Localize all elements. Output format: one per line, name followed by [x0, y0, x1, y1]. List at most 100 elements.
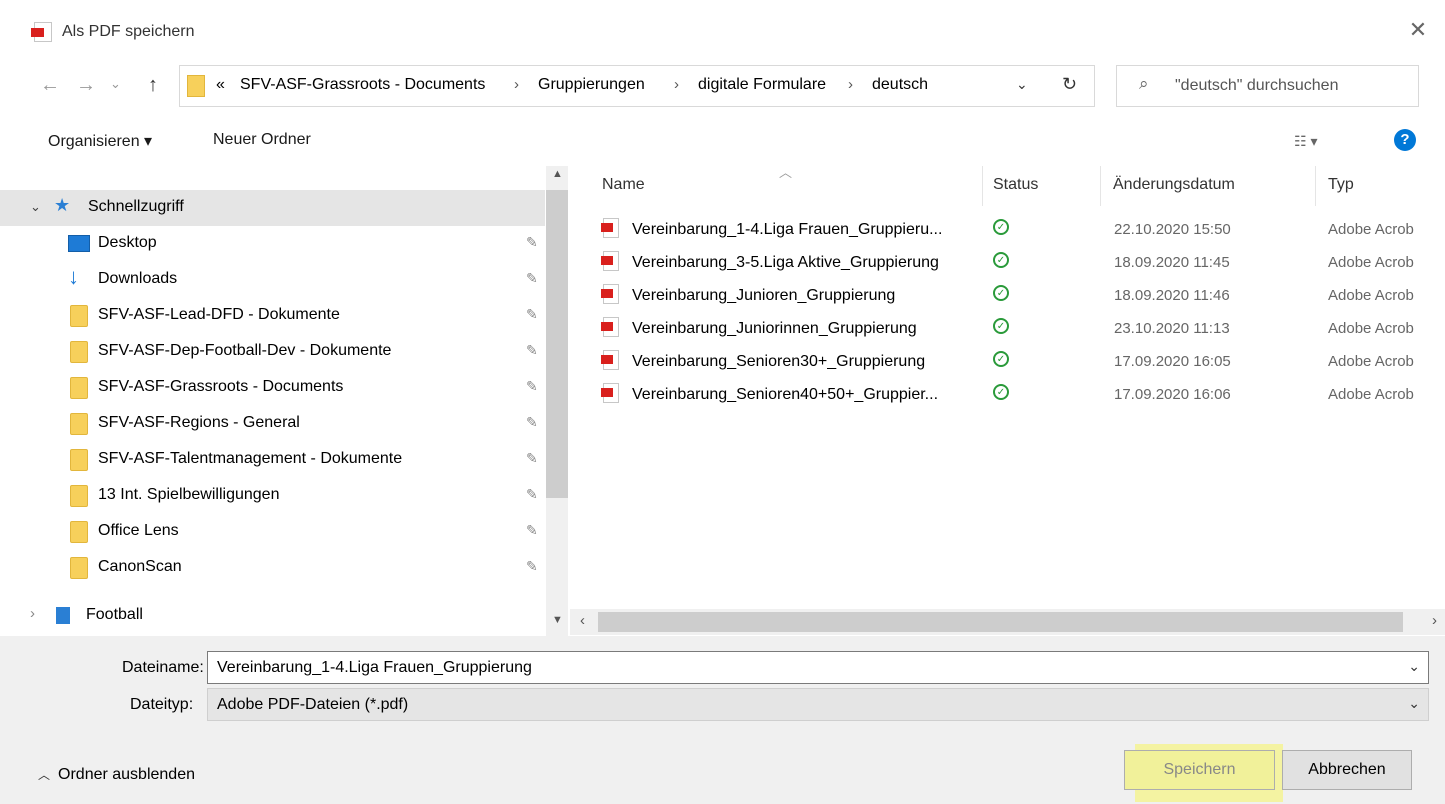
- sidebar-item-label: SFV-ASF-Lead-DFD - Dokumente: [98, 306, 340, 323]
- breadcrumb-item[interactable]: digitale Formulare: [698, 76, 826, 94]
- search-box[interactable]: ⌕ "deutsch" durchsuchen: [1116, 65, 1419, 107]
- pdf-app-icon: [31, 22, 52, 42]
- forward-arrow-icon[interactable]: →: [76, 74, 96, 97]
- file-list-scrollbar-thumb[interactable]: [598, 612, 1403, 632]
- chevron-up-icon: ︿: [38, 768, 51, 782]
- column-header-type[interactable]: Typ: [1328, 176, 1354, 194]
- address-dropdown-icon[interactable]: ⌄: [1016, 76, 1028, 93]
- filetype-value: Adobe PDF-Dateien (*.pdf): [217, 696, 409, 713]
- column-header-date[interactable]: Änderungsdatum: [1113, 176, 1235, 194]
- file-type: Adobe Acrob: [1328, 221, 1414, 238]
- pin-icon[interactable]: ✎: [526, 414, 538, 431]
- back-arrow-icon[interactable]: ←: [40, 74, 60, 97]
- sidebar-item-folder[interactable]: Office Lens ✎: [0, 514, 545, 550]
- sidebar-item-folder[interactable]: CanonScan ✎: [0, 550, 545, 586]
- organize-button[interactable]: Organisieren ▾: [48, 131, 152, 151]
- close-icon[interactable]: ✕: [1404, 16, 1432, 44]
- file-type: Adobe Acrob: [1328, 320, 1414, 337]
- column-header-name[interactable]: Name: [602, 176, 645, 194]
- sidebar-item-downloads[interactable]: ↓ Downloads ✎: [0, 262, 545, 298]
- column-header-status[interactable]: Status: [993, 176, 1038, 194]
- scroll-right-icon[interactable]: ›: [1432, 612, 1437, 629]
- sidebar-item-folder[interactable]: 13 Int. Spielbewilligungen ✎: [0, 478, 545, 514]
- sidebar-scrollbar-thumb[interactable]: [546, 190, 568, 498]
- sidebar-item-label: SFV-ASF-Talentmanagement - Dokumente: [98, 450, 403, 467]
- sidebar-item-label: SFV-ASF-Regions - General: [98, 414, 300, 431]
- scroll-up-icon[interactable]: ▲: [552, 168, 563, 180]
- file-type: Adobe Acrob: [1328, 287, 1414, 304]
- chevron-down-icon[interactable]: ⌄: [30, 199, 41, 215]
- sidebar-item-folder[interactable]: SFV-ASF-Lead-DFD - Dokumente ✎: [0, 298, 545, 334]
- file-row[interactable]: Vereinbarung_3-5.Liga Aktive_Gruppierung…: [597, 247, 1445, 280]
- chevron-right-icon[interactable]: ›: [30, 605, 35, 622]
- folder-icon: [70, 521, 88, 543]
- sidebar-item-folder[interactable]: SFV-ASF-Talentmanagement - Dokumente ✎: [0, 442, 545, 478]
- breadcrumb-separator-icon: ›: [514, 76, 519, 93]
- pin-icon[interactable]: ✎: [526, 522, 538, 539]
- recent-chevron-icon[interactable]: ⌄: [110, 76, 121, 92]
- sidebar-item-desktop[interactable]: Desktop ✎: [0, 226, 545, 262]
- pin-icon[interactable]: ✎: [526, 270, 538, 287]
- sync-ok-icon: ✓: [993, 318, 1009, 334]
- up-arrow-icon[interactable]: ↑: [148, 74, 158, 97]
- file-name: Vereinbarung_Junioren_Gruppierung: [632, 287, 896, 304]
- building-icon: [56, 607, 70, 624]
- pdf-file-icon: [601, 284, 619, 304]
- sidebar-item-label: SFV-ASF-Dep-Football-Dev - Dokumente: [98, 342, 392, 359]
- scroll-left-icon[interactable]: ‹: [580, 612, 585, 629]
- help-icon[interactable]: ?: [1394, 129, 1416, 151]
- file-name: Vereinbarung_1-4.Liga Frauen_Gruppieru..…: [632, 221, 943, 238]
- breadcrumb-item[interactable]: Gruppierungen: [538, 76, 645, 94]
- hide-folders-button[interactable]: ︿ Ordner ausblenden: [38, 766, 195, 784]
- column-separator[interactable]: [1100, 166, 1101, 206]
- pin-icon[interactable]: ✎: [526, 306, 538, 323]
- save-button[interactable]: Speichern: [1124, 750, 1275, 790]
- file-date: 17.09.2020 16:05: [1114, 353, 1231, 370]
- view-options-icon[interactable]: ☷ ▾: [1294, 133, 1317, 150]
- breadcrumb-overflow[interactable]: «: [216, 76, 225, 94]
- new-folder-button[interactable]: Neuer Ordner: [213, 131, 311, 149]
- column-separator[interactable]: [1315, 166, 1316, 206]
- sidebar-item-football[interactable]: › Football: [0, 598, 545, 634]
- sync-ok-icon: ✓: [993, 285, 1009, 301]
- sidebar-item-folder[interactable]: SFV-ASF-Grassroots - Documents ✎: [0, 370, 545, 406]
- pin-icon[interactable]: ✎: [526, 486, 538, 503]
- sidebar-item-quick-access[interactable]: ⌄ ★ Schnellzugriff: [0, 190, 545, 226]
- pin-icon[interactable]: ✎: [526, 450, 538, 467]
- refresh-icon[interactable]: ↻: [1062, 74, 1077, 95]
- toolbar: Organisieren ▾ Neuer Ordner ☷ ▾ ?: [0, 118, 1445, 166]
- folder-icon: [70, 305, 88, 327]
- scroll-down-icon[interactable]: ▼: [552, 614, 563, 626]
- file-date: 18.09.2020 11:46: [1114, 287, 1230, 304]
- sidebar-item-label: Football: [86, 606, 143, 623]
- column-separator[interactable]: [982, 166, 983, 206]
- sidebar-item-folder[interactable]: SFV-ASF-Regions - General ✎: [0, 406, 545, 442]
- file-row[interactable]: Vereinbarung_Juniorinnen_Gruppierung ✓ 2…: [597, 313, 1445, 346]
- file-row[interactable]: Vereinbarung_Senioren40+50+_Gruppier... …: [597, 379, 1445, 412]
- file-row[interactable]: Vereinbarung_Junioren_Gruppierung ✓ 18.0…: [597, 280, 1445, 313]
- file-name: Vereinbarung_Juniorinnen_Gruppierung: [632, 320, 917, 337]
- chevron-down-icon[interactable]: ⌄: [1408, 658, 1420, 675]
- chevron-down-icon[interactable]: ⌄: [1408, 695, 1420, 712]
- file-row[interactable]: Vereinbarung_1-4.Liga Frauen_Gruppieru..…: [597, 214, 1445, 247]
- folder-icon: [70, 377, 88, 399]
- breadcrumb-item[interactable]: deutsch: [872, 76, 928, 94]
- folder-icon: [70, 449, 88, 471]
- sidebar-item-label: 13 Int. Spielbewilligungen: [98, 486, 280, 503]
- file-row[interactable]: Vereinbarung_Senioren30+_Gruppierung ✓ 1…: [597, 346, 1445, 379]
- filename-input[interactable]: Vereinbarung_1-4.Liga Frauen_Gruppierung…: [207, 651, 1429, 684]
- filetype-select[interactable]: Adobe PDF-Dateien (*.pdf) ⌄: [207, 688, 1429, 721]
- pin-icon[interactable]: ✎: [526, 378, 538, 395]
- sync-ok-icon: ✓: [993, 351, 1009, 367]
- navigation-pane: ⌄ ★ Schnellzugriff Desktop ✎ ↓ Downloads…: [0, 166, 568, 636]
- cancel-button[interactable]: Abbrechen: [1282, 750, 1412, 790]
- file-date: 22.10.2020 15:50: [1114, 221, 1231, 238]
- pin-icon[interactable]: ✎: [526, 234, 538, 251]
- breadcrumb-item[interactable]: SFV-ASF-Grassroots - Documents: [240, 76, 485, 94]
- address-bar[interactable]: « SFV-ASF-Grassroots - Documents › Grupp…: [179, 65, 1095, 107]
- pin-icon[interactable]: ✎: [526, 342, 538, 359]
- file-type: Adobe Acrob: [1328, 254, 1414, 271]
- sidebar-item-folder[interactable]: SFV-ASF-Dep-Football-Dev - Dokumente ✎: [0, 334, 545, 370]
- pin-icon[interactable]: ✎: [526, 558, 538, 575]
- file-type: Adobe Acrob: [1328, 353, 1414, 370]
